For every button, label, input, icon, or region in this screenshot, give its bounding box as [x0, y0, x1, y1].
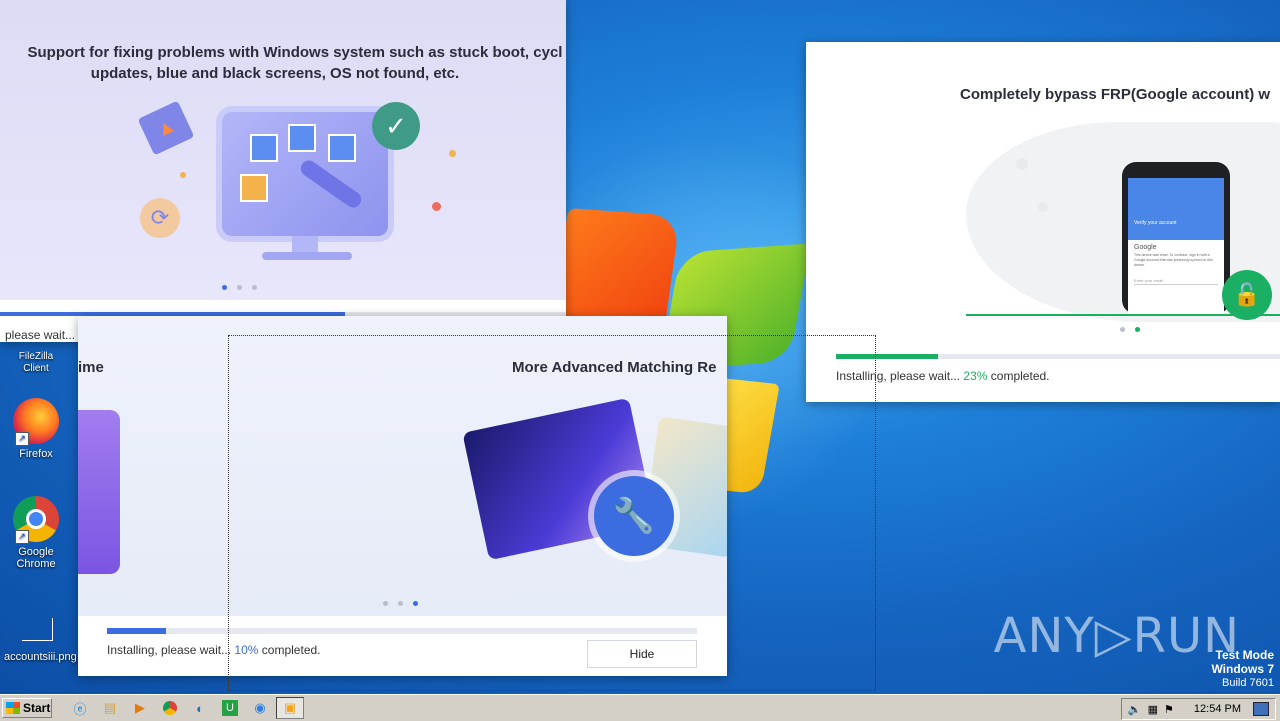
- decor-dot: [449, 150, 456, 157]
- windows-tile-icon: [328, 134, 356, 162]
- carousel-dot[interactable]: [1135, 327, 1140, 332]
- action-center-flag-icon[interactable]: ⚑: [1164, 703, 1174, 716]
- status-prefix: Installing, please wait...: [107, 643, 232, 657]
- banner-headline: Completely bypass FRP(Google account) w: [960, 86, 1271, 103]
- start-label: Start: [23, 701, 51, 715]
- banner-ground-line: [966, 314, 1280, 316]
- left-illustration-fragment: [78, 410, 120, 574]
- monitor-stand: [292, 236, 318, 252]
- progress-fill: [107, 628, 166, 634]
- unlock-icon: 🔓: [1222, 270, 1272, 320]
- decor-circle: [1016, 158, 1028, 170]
- test-mode-line1: Test Mode: [1215, 648, 1274, 662]
- desktop-icon-filezilla[interactable]: FileZilla Client: [6, 350, 66, 374]
- decor-dot: [180, 172, 186, 178]
- install-status-text: please wait...: [5, 328, 76, 342]
- desktop-icon-label: Google Chrome: [16, 546, 56, 570]
- progress-track: [836, 354, 1280, 359]
- phone-email-field: Enter your email: [1134, 278, 1218, 285]
- shortcut-arrow-icon: ↗: [15, 432, 29, 446]
- wrench-icon: [297, 157, 365, 211]
- media-player-icon[interactable]: ▶: [130, 698, 150, 718]
- carousel-dots: [222, 285, 257, 290]
- installer-taskbar-icon-active[interactable]: ▣: [276, 697, 304, 719]
- carousel-dots: [1120, 327, 1140, 332]
- banner-headline-line2: updates, blue and black screens, OS not …: [90, 65, 460, 82]
- taskbar: Start ⓔ ▤ ▶ ◐ U ◉ ▣ 🔈 ▦ ⚑ 12:54 PM: [0, 694, 1280, 721]
- edge-icon[interactable]: ◐: [190, 698, 210, 718]
- test-mode-line2: Windows 7: [1211, 662, 1274, 676]
- refresh-icon: ⟳: [140, 198, 180, 238]
- phone-screen-header: Verify your account: [1128, 178, 1224, 240]
- volume-icon[interactable]: 🔈: [1128, 703, 1142, 716]
- carousel-dot[interactable]: [1120, 327, 1125, 332]
- decor-circle: [1038, 202, 1048, 212]
- phone-body-text: This device was reset. To continue, sign…: [1134, 253, 1213, 267]
- desktop-icon-firefox[interactable]: ↗ Firefox: [6, 398, 66, 460]
- verify-title: Verify your account: [1134, 220, 1177, 226]
- windows-flag-icon: [6, 702, 20, 714]
- system-tray: 🔈 ▦ ⚑ 12:54 PM: [1120, 698, 1276, 720]
- anyrun-watermark: ANY▷RUN: [993, 608, 1240, 664]
- monitor-illustration: [222, 112, 388, 236]
- chrome-icon: ↗: [13, 496, 59, 544]
- show-desktop-icon[interactable]: [1253, 702, 1269, 716]
- desktop-icon-accountsiii[interactable]: accountsiii.png: [4, 618, 77, 663]
- check-circle-icon: ✓: [372, 102, 420, 150]
- clock[interactable]: 12:54 PM: [1194, 703, 1241, 715]
- monitor-base: [262, 252, 352, 260]
- status-suffix: completed.: [990, 369, 1050, 383]
- decor-dot: [432, 202, 441, 211]
- chrome-taskbar-icon[interactable]: [160, 698, 180, 718]
- google-label: Google: [1134, 244, 1157, 251]
- desktop-icon-label: Firefox: [19, 448, 53, 460]
- firefox-icon: ↗: [13, 398, 59, 446]
- shortcut-arrow-icon: ↗: [15, 530, 29, 544]
- phone-illustration: Verify your account Google This device w…: [1122, 162, 1230, 314]
- file-explorer-icon[interactable]: ▤: [100, 698, 120, 718]
- carousel-dot[interactable]: [222, 285, 227, 290]
- test-mode-line3: Build 7601: [1222, 677, 1274, 689]
- installer-window-frp: Completely bypass FRP(Google account) w …: [806, 42, 1280, 402]
- network-icon[interactable]: ▦: [1148, 703, 1158, 716]
- banner-headline-line1: Support for fixing problems with Windows…: [27, 44, 563, 61]
- desktop-icon-label: accountsiii.png: [4, 651, 77, 663]
- desktop-icon-label: FileZilla Client: [18, 351, 54, 374]
- installer-window-windows-repair: Support for fixing problems with Windows…: [0, 0, 566, 342]
- carousel-dot[interactable]: [252, 285, 257, 290]
- installer-taskbar-icon[interactable]: ◉: [250, 698, 270, 718]
- green-app-icon[interactable]: U: [220, 698, 240, 718]
- selection-rectangle: [228, 335, 876, 691]
- image-file-icon: [21, 618, 53, 641]
- banner-headline: Support for fixing problems with Windows…: [0, 42, 566, 84]
- internet-explorer-icon[interactable]: ⓔ: [70, 698, 90, 718]
- carousel-dot[interactable]: [237, 285, 242, 290]
- banner-heading-left: ime: [78, 359, 104, 376]
- status-percent: 23%: [963, 369, 988, 383]
- start-button[interactable]: Start: [2, 698, 52, 718]
- phone-screen: Verify your account Google This device w…: [1128, 178, 1224, 314]
- windows-tile-icon: [288, 124, 316, 152]
- windows-tile-icon: [250, 134, 278, 162]
- windows-tile-icon: [240, 174, 268, 202]
- desktop-icon-chrome[interactable]: ↗ Google Chrome: [6, 496, 66, 570]
- test-mode-label: Test Mode Windows 7 Build 7601: [1211, 648, 1274, 690]
